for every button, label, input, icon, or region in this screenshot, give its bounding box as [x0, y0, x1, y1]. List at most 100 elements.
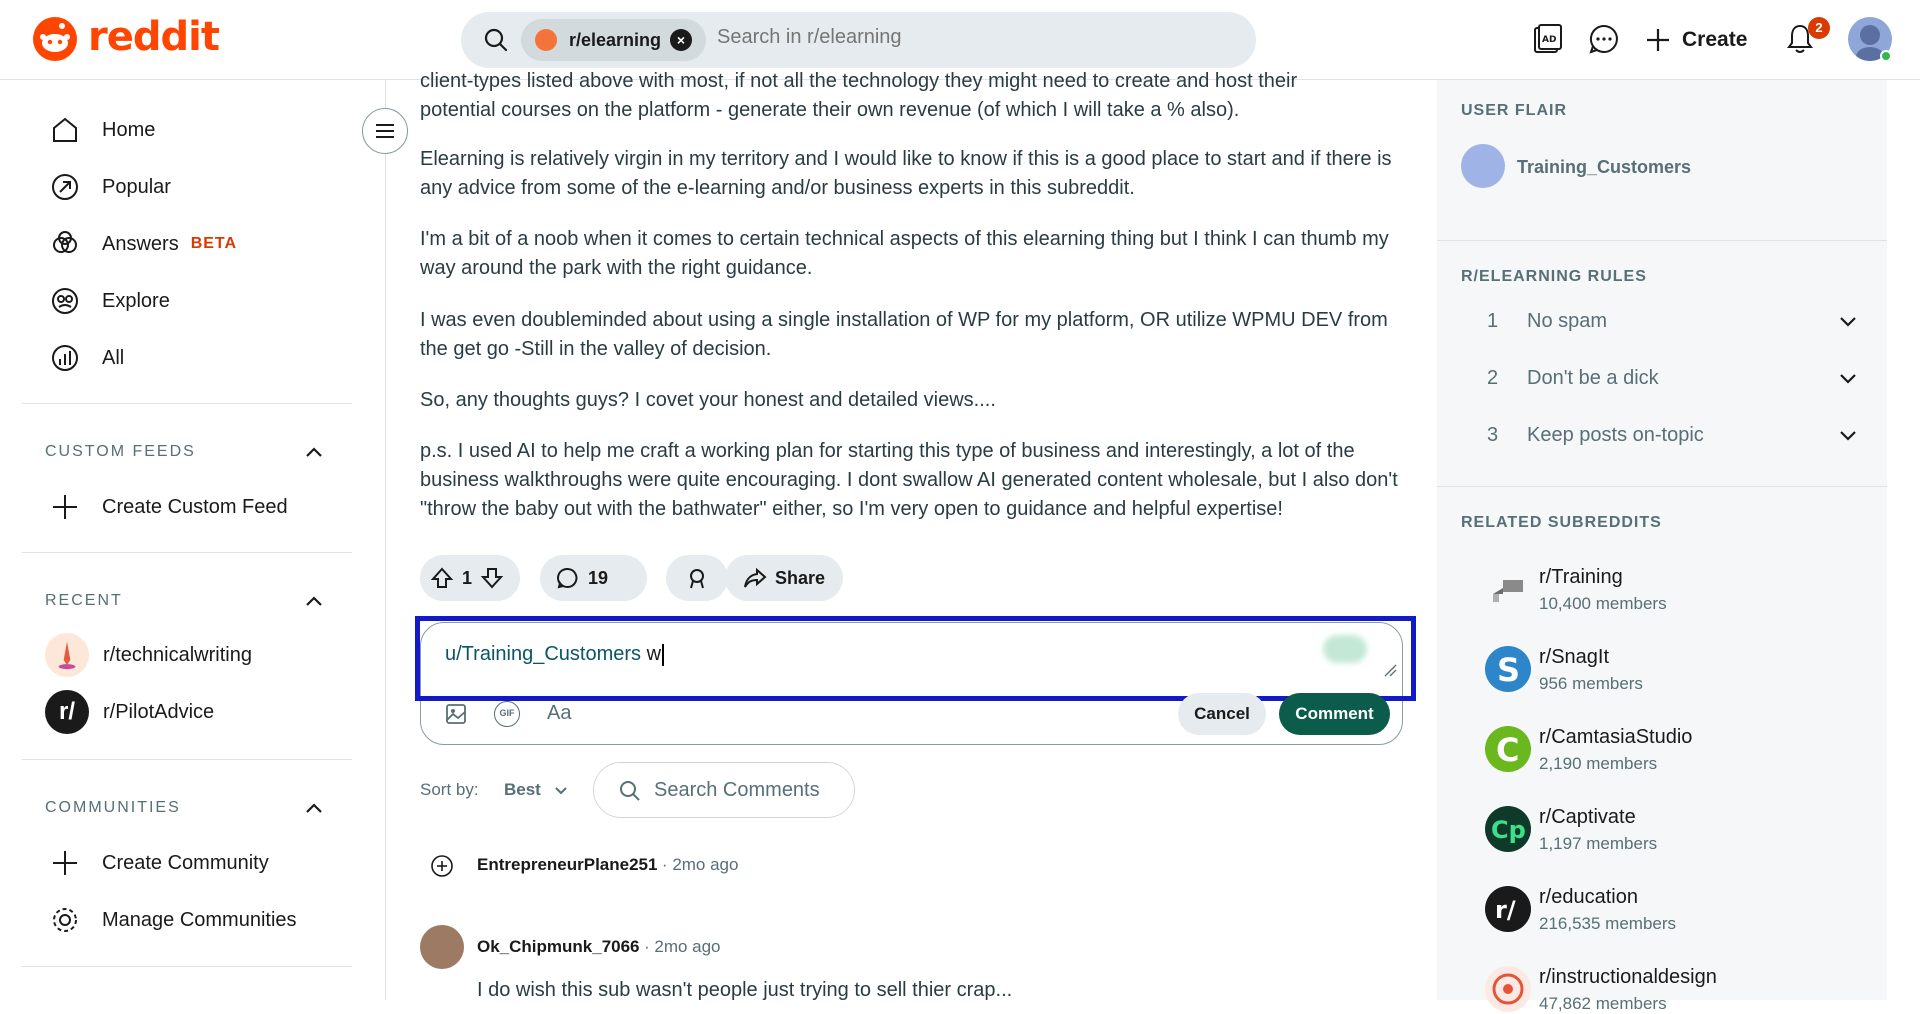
subreddit-search-chip[interactable]: r/elearning ×	[521, 19, 706, 61]
format-text-icon[interactable]: Aa	[547, 702, 571, 725]
custom-feeds-header[interactable]: CUSTOM FEEDS	[45, 443, 196, 461]
nav-all[interactable]: All	[50, 338, 124, 378]
sort-value: Best	[504, 780, 541, 799]
share-button[interactable]: Share	[725, 555, 843, 601]
plus-icon	[53, 851, 77, 875]
divider	[1437, 240, 1887, 241]
award-button[interactable]	[666, 555, 728, 601]
comment-author[interactable]: EntrepreneurPlane251	[477, 855, 657, 874]
focus-highlight-box	[415, 616, 1416, 701]
related-header: RELATED SUBREDDITS	[1461, 514, 1662, 531]
svg-text:S: S	[1497, 651, 1520, 689]
chevron-up-icon[interactable]	[302, 798, 326, 818]
chat-icon[interactable]	[1587, 22, 1621, 56]
svg-text:AD: AD	[1542, 35, 1556, 45]
post-main: client-types listed above with most, if …	[415, 70, 1420, 1001]
subreddit-avatar: C	[1485, 726, 1531, 772]
search-icon	[484, 28, 508, 52]
comment-icon	[557, 567, 578, 589]
create-button[interactable]: Create	[1644, 18, 1747, 62]
beta-badge: BETA	[190, 235, 238, 252]
communities-header[interactable]: COMMUNITIES	[45, 799, 181, 817]
divider	[22, 966, 352, 967]
rules-header: R/ELEARNING RULES	[1461, 268, 1647, 285]
plus-icon	[1647, 29, 1669, 51]
post-paragraph: So, any thoughts guys? I covet your hone…	[420, 389, 996, 411]
notification-count-badge: 2	[1808, 17, 1830, 39]
search-comments-button[interactable]: Search Comments	[593, 762, 855, 818]
recent-item-pilotadvice[interactable]: r/ r/PilotAdvice	[45, 690, 214, 734]
create-custom-feed-label: Create Custom Feed	[102, 495, 288, 518]
nav-home[interactable]: Home	[50, 110, 155, 150]
divider	[22, 403, 352, 404]
subreddit-avatar: S	[1485, 646, 1531, 692]
recent-item-technicalwriting[interactable]: r/technicalwriting	[45, 633, 252, 677]
remove-chip-icon[interactable]: ×	[670, 29, 692, 51]
nav-label: Explore	[102, 289, 170, 312]
nav-explore[interactable]: Explore	[50, 281, 170, 321]
chevron-down-icon	[1840, 317, 1856, 327]
create-community[interactable]: Create Community	[50, 843, 269, 883]
comment-submit-button[interactable]: Comment	[1279, 693, 1390, 735]
divider	[22, 552, 352, 553]
reddit-wordmark[interactable]: reddit	[88, 14, 220, 60]
divider	[1437, 486, 1887, 487]
create-community-label: Create Community	[102, 851, 269, 874]
right-sidebar: USER FLAIR Training_Customers R/ELEARNIN…	[1437, 80, 1887, 1013]
manage-communities[interactable]: Manage Communities	[50, 900, 297, 940]
sort-label: Sort by:	[420, 780, 479, 799]
reddit-logo-icon[interactable]	[32, 16, 78, 62]
svg-text:r/: r/	[1495, 896, 1516, 924]
sidebar-toggle-button[interactable]	[362, 108, 408, 154]
user-flair-header: USER FLAIR	[1461, 102, 1567, 119]
recent-header[interactable]: RECENT	[45, 592, 123, 610]
vote-count: 1	[462, 567, 473, 588]
search-icon	[620, 781, 640, 801]
subreddit-avatar	[1485, 566, 1531, 612]
advertise-icon[interactable]: AD	[1530, 22, 1564, 56]
subreddit-avatar: r/	[1485, 886, 1531, 932]
create-custom-feed[interactable]: Create Custom Feed	[50, 487, 288, 527]
nav-label: All	[102, 346, 125, 369]
nav-answers[interactable]: Answers BETA	[50, 224, 237, 264]
post-paragraph: Elearning is relatively virgin in my ter…	[420, 148, 1392, 199]
recent-label: r/technicalwriting	[103, 643, 252, 666]
upvote-icon[interactable]	[430, 566, 454, 590]
create-label: Create	[1682, 28, 1748, 51]
popular-icon	[52, 174, 78, 200]
gear-icon	[53, 908, 77, 932]
comment-author[interactable]: Ok_Chipmunk_7066	[477, 937, 640, 956]
downvote-icon[interactable]	[480, 566, 504, 590]
divider	[22, 759, 352, 760]
commenter-avatar[interactable]	[420, 925, 464, 969]
vote-pill: 1	[420, 555, 520, 601]
expand-thread-icon[interactable]	[430, 854, 454, 878]
sort-dropdown[interactable]: Best	[504, 780, 570, 800]
manage-communities-label: Manage Communities	[102, 908, 297, 931]
image-upload-icon[interactable]	[444, 702, 468, 726]
search-input[interactable]	[717, 26, 1217, 49]
nav-popular[interactable]: Popular	[50, 167, 171, 207]
online-status-dot	[1880, 50, 1892, 62]
chevron-up-icon[interactable]	[302, 591, 326, 611]
gif-icon[interactable]: GIF	[494, 701, 520, 727]
all-icon	[52, 345, 78, 371]
chip-label: r/elearning	[569, 30, 662, 50]
subreddit-avatar	[535, 29, 557, 51]
comment-thread	[430, 854, 454, 883]
chevron-up-icon[interactable]	[302, 442, 326, 462]
post-paragraph: p.s. I used AI to help me craft a workin…	[420, 440, 1398, 520]
comment-time: 2mo ago	[654, 937, 721, 956]
comment-meta: EntrepreneurPlane251 · 2mo ago	[477, 855, 739, 874]
subreddit-avatar: Cp	[1485, 806, 1531, 852]
user-flair-label[interactable]: Training_Customers	[1517, 157, 1691, 178]
share-icon	[744, 567, 767, 588]
comment-meta: Ok_Chipmunk_7066 · 2mo ago	[477, 937, 721, 956]
comments-button[interactable]: 19	[540, 555, 647, 601]
nav-label: Answers	[102, 232, 179, 255]
search-bar[interactable]: r/elearning ×	[461, 12, 1256, 68]
cancel-button[interactable]: Cancel	[1178, 693, 1266, 735]
answers-icon	[53, 231, 77, 253]
chevron-down-icon	[1840, 374, 1856, 384]
chevron-down-icon	[554, 786, 567, 794]
